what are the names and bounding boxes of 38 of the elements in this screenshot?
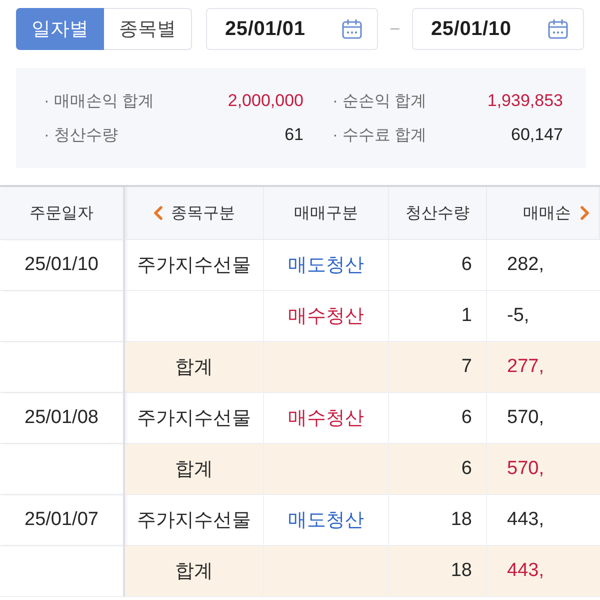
summary-value: 61 bbox=[284, 125, 304, 145]
quantity-cell: 6 bbox=[389, 240, 487, 291]
summary-value: 1,939,853 bbox=[487, 91, 563, 111]
column-header: 청산수량 bbox=[406, 204, 470, 224]
subtotal-label: 합계 bbox=[125, 342, 264, 393]
column-header: 주문일자 bbox=[30, 204, 94, 224]
subtotal-label: 합계 bbox=[125, 546, 264, 597]
summary-label: · 청산수량 bbox=[44, 126, 118, 146]
summary-value: 2,000,000 bbox=[228, 91, 304, 111]
date-field[interactable]: 25/01/01 bbox=[206, 8, 378, 50]
product-cell: 주가지수선물 bbox=[125, 240, 264, 291]
range-separator: – bbox=[390, 20, 400, 38]
calendar-icon bbox=[342, 19, 362, 39]
calendar-icon bbox=[548, 19, 568, 39]
date-cell: 25/01/08 bbox=[0, 393, 125, 444]
column-header: 종목구분 bbox=[171, 204, 235, 224]
quantity-cell: 6 bbox=[389, 444, 487, 495]
date-cell: 25/01/07 bbox=[0, 495, 125, 546]
profit-cell: 570, bbox=[487, 444, 600, 495]
date-field[interactable]: 25/01/10 bbox=[412, 8, 584, 50]
summary-value: 60,147 bbox=[511, 125, 563, 145]
view-tab[interactable]: 일자별 bbox=[16, 8, 104, 50]
profit-cell: 282, bbox=[487, 240, 600, 291]
view-tab[interactable]: 종목별 bbox=[104, 8, 192, 50]
column-header: 매매손 bbox=[523, 204, 571, 224]
trade-type-cell: 매도청산 bbox=[264, 240, 389, 291]
profit-cell: 443, bbox=[487, 546, 600, 597]
chevron-left-icon[interactable] bbox=[153, 206, 163, 220]
summary-label: · 매매손익 합계 bbox=[44, 92, 154, 112]
summary-label: · 수수료 합계 bbox=[332, 126, 427, 146]
quantity-cell: 18 bbox=[389, 546, 487, 597]
subtotal-label: 합계 bbox=[125, 444, 264, 495]
profit-cell: 277, bbox=[487, 342, 600, 393]
summary-label: · 순손익 합계 bbox=[332, 92, 427, 112]
chevron-right-icon[interactable] bbox=[580, 206, 590, 220]
date-cell: 25/01/10 bbox=[0, 240, 125, 291]
column-header: 매매구분 bbox=[294, 204, 358, 224]
quantity-cell: 7 bbox=[389, 342, 487, 393]
